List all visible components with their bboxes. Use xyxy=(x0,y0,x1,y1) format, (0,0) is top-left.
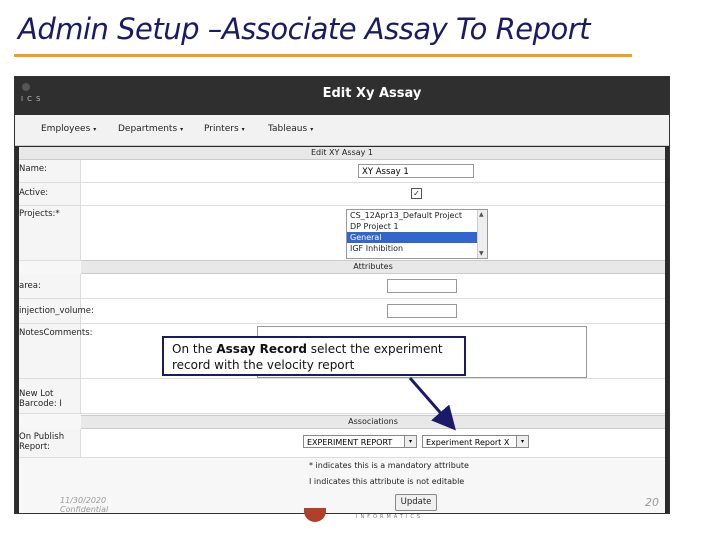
footer-date: 11/30/2020 Confidential xyxy=(60,496,108,514)
footer-brand: INFORMATICS xyxy=(356,514,424,520)
page-number: 20 xyxy=(645,496,659,509)
date-text: 11/30/2020 xyxy=(60,496,107,505)
callout-arrow xyxy=(408,377,456,431)
confidential-text: Confidential xyxy=(60,505,109,514)
